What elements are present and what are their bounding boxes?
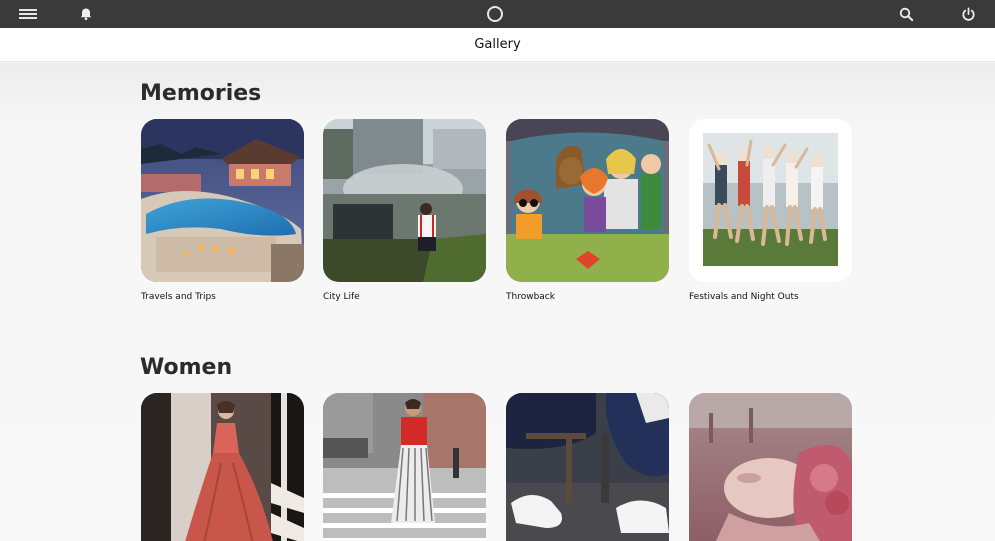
- album-card-women-1[interactable]: [141, 393, 304, 541]
- search-icon[interactable]: [894, 0, 918, 28]
- album-label: City Life: [323, 292, 360, 302]
- album-thumbnail[interactable]: [689, 393, 852, 541]
- album-thumbnail[interactable]: [323, 119, 486, 282]
- album-label: Travels and Trips: [141, 292, 216, 302]
- hamburger-menu-icon[interactable]: [14, 0, 42, 28]
- album-label: Throwback: [506, 292, 555, 302]
- album-thumbnail[interactable]: [141, 393, 304, 541]
- title-bar: Gallery: [0, 28, 995, 62]
- album-thumbnail[interactable]: [323, 393, 486, 541]
- album-card-women-3[interactable]: [506, 393, 669, 541]
- section-title-memories: Memories: [140, 81, 262, 106]
- album-thumbnail[interactable]: [506, 119, 669, 282]
- album-card-travels[interactable]: Travels and Trips: [141, 119, 304, 302]
- album-card-festivals[interactable]: Festivals and Night Outs: [689, 119, 852, 302]
- album-thumbnail[interactable]: [506, 393, 669, 541]
- album-thumbnail[interactable]: [689, 119, 852, 282]
- album-card-throwback[interactable]: Throwback: [506, 119, 669, 302]
- album-card-women-2[interactable]: [323, 393, 486, 541]
- circle-home-icon[interactable]: [483, 0, 507, 28]
- album-label: Festivals and Night Outs: [689, 292, 799, 302]
- album-card-women-4[interactable]: [689, 393, 852, 541]
- gallery-content[interactable]: Memories Travels and Trips City Life Thr…: [0, 63, 995, 541]
- album-card-city-life[interactable]: City Life: [323, 119, 486, 302]
- album-thumbnail[interactable]: [141, 119, 304, 282]
- power-icon[interactable]: [956, 0, 980, 28]
- page-title: Gallery: [474, 37, 521, 52]
- top-system-bar: [0, 0, 995, 28]
- section-title-women: Women: [140, 355, 233, 380]
- bell-icon[interactable]: [74, 0, 98, 28]
